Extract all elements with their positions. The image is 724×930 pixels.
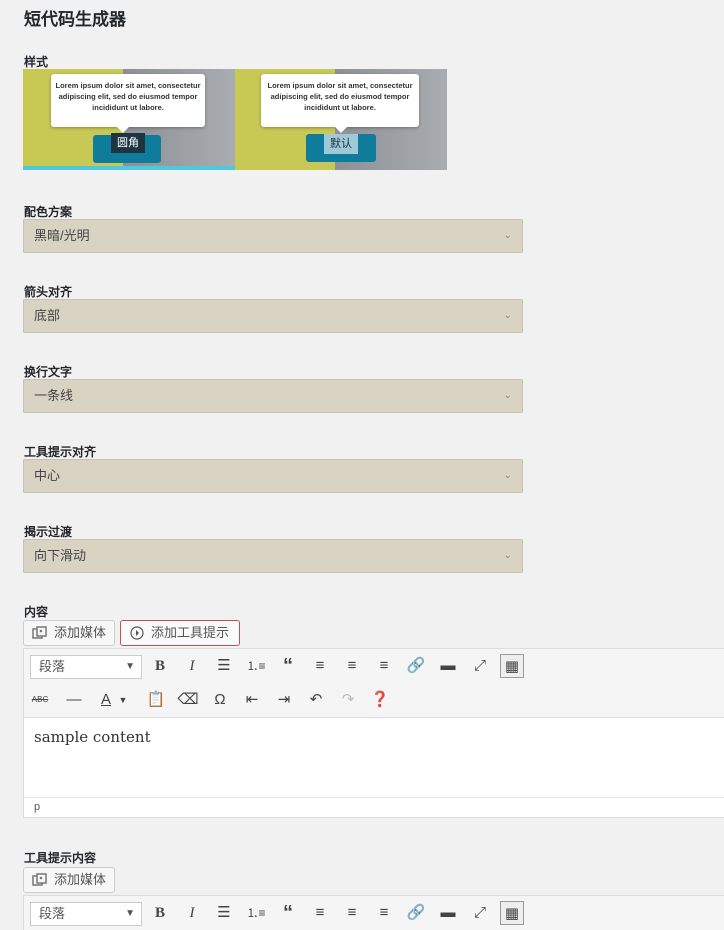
editor-toolbar-row-1: 段落 ▼ B I ☰ ⒈≡ “ ≡ ≡ ≡ 🔗 ▬ ⤢ ▦ — [24, 896, 724, 930]
tooltip-align-label: 工具提示对齐 — [24, 445, 97, 459]
clear-format-icon[interactable]: ⌫ — [176, 688, 200, 712]
undo-icon[interactable]: ↶ — [304, 688, 328, 712]
align-left-icon[interactable]: ≡ — [308, 654, 332, 678]
align-right-icon[interactable]: ≡ — [372, 901, 396, 925]
style-option-rounded[interactable]: Lorem ipsum dolor sit amet, consectetur … — [23, 69, 235, 170]
toolbar-toggle-icon[interactable]: ▦ — [500, 654, 524, 678]
text-color-icon[interactable]: A — [94, 688, 118, 712]
page-title: 短代码生成器 — [24, 10, 126, 29]
add-tooltip-button[interactable]: 添加工具提示 — [120, 620, 240, 646]
caret-down-icon[interactable]: ▼ — [116, 688, 130, 712]
help-icon[interactable]: ❓ — [368, 688, 392, 712]
color-scheme-label: 配色方案 — [24, 205, 73, 219]
tooltip-preview-box: Lorem ipsum dolor sit amet, consectetur … — [51, 74, 205, 127]
chevron-down-icon: ⌄ — [503, 550, 512, 561]
style-option-label: 圆角 — [111, 133, 145, 153]
chevron-down-icon: ⌄ — [503, 310, 512, 321]
tooltip-align-select[interactable]: 中心 ⌄ — [23, 459, 523, 493]
bullet-list-icon[interactable]: ☰ — [212, 654, 236, 678]
content-editor: 段落 ▼ B I ☰ ⒈≡ “ ≡ ≡ ≡ 🔗 ▬ ⤢ ▦ ABC — A ▼ … — [23, 648, 724, 818]
content-label: 内容 — [24, 605, 49, 619]
add-media-button[interactable]: 添加媒体 — [23, 620, 115, 646]
arrow-align-label: 箭头对齐 — [24, 285, 73, 299]
selected-indicator — [23, 166, 235, 170]
italic-icon[interactable]: I — [180, 654, 204, 678]
align-center-icon[interactable]: ≡ — [340, 901, 364, 925]
chevron-down-icon: ⌄ — [503, 230, 512, 241]
link-icon[interactable]: 🔗 — [404, 654, 428, 678]
link-icon[interactable]: 🔗 — [404, 901, 428, 925]
reveal-transition-select[interactable]: 向下滑动 ⌄ — [23, 539, 523, 573]
format-select[interactable]: 段落 ▼ — [30, 902, 142, 926]
fullscreen-icon[interactable]: ⤢ — [468, 654, 492, 678]
horizontal-line-icon[interactable]: — — [62, 688, 86, 712]
style-option-label: 默认 — [324, 134, 358, 154]
chevron-down-icon: ⌄ — [503, 470, 512, 481]
read-more-icon[interactable]: ▬ — [436, 901, 460, 925]
editor-toolbar-row-1: 段落 ▼ B I ☰ ⒈≡ “ ≡ ≡ ≡ 🔗 ▬ ⤢ ▦ — [24, 649, 724, 683]
chevron-down-icon: ⌄ — [503, 390, 512, 401]
tooltip-icon — [130, 626, 144, 640]
reveal-transition-label: 揭示过渡 — [24, 525, 73, 539]
media-icon — [32, 626, 47, 639]
tooltip-preview-arrow — [335, 127, 347, 133]
blockquote-icon[interactable]: “ — [276, 654, 300, 678]
align-left-icon[interactable]: ≡ — [308, 901, 332, 925]
numbered-list-icon[interactable]: ⒈≡ — [244, 901, 268, 925]
editor-status-path: p — [24, 797, 724, 817]
numbered-list-icon[interactable]: ⒈≡ — [244, 654, 268, 678]
bullet-list-icon[interactable]: ☰ — [212, 901, 236, 925]
toolbar-toggle-icon[interactable]: ▦ — [500, 901, 524, 925]
color-scheme-select[interactable]: 黑暗/光明 ⌄ — [23, 219, 523, 253]
tooltip-preview-box: Lorem ipsum dolor sit amet, consectetur … — [261, 74, 419, 127]
indent-icon[interactable]: ⇥ — [272, 688, 296, 712]
wrap-text-select[interactable]: 一条线 ⌄ — [23, 379, 523, 413]
fullscreen-icon[interactable]: ⤢ — [468, 901, 492, 925]
outdent-icon[interactable]: ⇤ — [240, 688, 264, 712]
add-media-button-2[interactable]: 添加媒体 — [23, 867, 115, 893]
editor-toolbar-row-2: ABC — A ▼ 📋 ⌫ Ω ⇤ ⇥ ↶ ↷ ❓ — [24, 683, 724, 717]
bold-icon[interactable]: B — [148, 654, 172, 678]
media-icon — [32, 873, 47, 886]
tooltip-content-editor: 段落 ▼ B I ☰ ⒈≡ “ ≡ ≡ ≡ 🔗 ▬ ⤢ ▦ — [23, 895, 724, 930]
align-center-icon[interactable]: ≡ — [340, 654, 364, 678]
read-more-icon[interactable]: ▬ — [436, 654, 460, 678]
italic-icon[interactable]: I — [180, 901, 204, 925]
align-right-icon[interactable]: ≡ — [372, 654, 396, 678]
format-select[interactable]: 段落 ▼ — [30, 655, 142, 679]
caret-down-icon: ▼ — [125, 661, 135, 672]
arrow-align-select[interactable]: 底部 ⌄ — [23, 299, 523, 333]
style-label: 样式 — [24, 55, 49, 69]
editor-content-area[interactable]: sample content — [24, 717, 724, 797]
bold-icon[interactable]: B — [148, 901, 172, 925]
wrap-text-label: 换行文字 — [24, 365, 73, 379]
strikethrough-icon[interactable]: ABC — [28, 688, 52, 712]
style-options: Lorem ipsum dolor sit amet, consectetur … — [23, 69, 447, 170]
caret-down-icon: ▼ — [125, 908, 135, 919]
tooltip-content-label: 工具提示内容 — [24, 851, 97, 865]
style-option-default[interactable]: Lorem ipsum dolor sit amet, consectetur … — [235, 69, 447, 170]
paste-text-icon[interactable]: 📋 — [144, 688, 168, 712]
special-char-icon[interactable]: Ω — [208, 688, 232, 712]
blockquote-icon[interactable]: “ — [276, 901, 300, 925]
redo-icon[interactable]: ↷ — [336, 688, 360, 712]
